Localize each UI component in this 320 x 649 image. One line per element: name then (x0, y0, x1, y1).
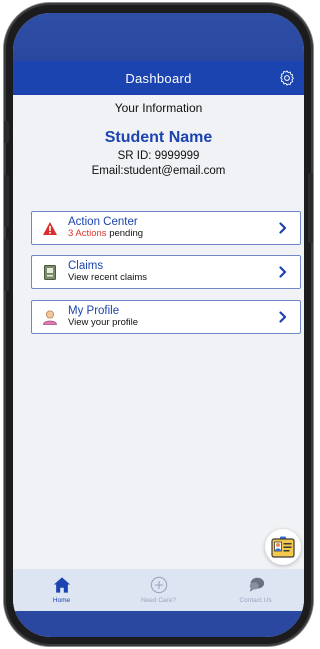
plus-circle-icon (150, 576, 167, 594)
action-center-card[interactable]: Action Center 3 Actions pending (31, 211, 301, 245)
card-subtitle: View your profile (68, 317, 139, 328)
card-subtitle: View recent claims (68, 272, 148, 283)
card-title: Claims (68, 260, 104, 272)
sr-id: SR ID: 9999999 (117, 150, 200, 162)
bottom-nav: Home Need Care? Contact Us (13, 569, 304, 611)
section-label: Your Information (114, 101, 203, 115)
email: Email:student@email.com (91, 165, 226, 177)
warning-icon (42, 220, 58, 236)
chevron-right-icon (274, 266, 292, 278)
phone-side-button (4, 121, 9, 143)
card-title: Action Center (68, 216, 138, 228)
page-title: Dashboard (125, 70, 192, 86)
chat-bubbles-icon (249, 577, 264, 592)
phone-frame: Dashboard Your Information Student Name … (4, 3, 313, 646)
settings-gear-icon[interactable] (278, 69, 296, 87)
phone-side-button (308, 173, 313, 243)
bottom-bar (13, 611, 304, 637)
nav-need-care-label: Need Care? (140, 597, 177, 604)
status-area (13, 13, 304, 61)
claims-card[interactable]: Claims View recent claims (31, 255, 301, 289)
chevron-right-icon (274, 311, 292, 323)
nav-need-care[interactable]: Need Care? (110, 569, 207, 611)
chevron-right-icon (274, 222, 292, 234)
id-card-icon (271, 536, 295, 558)
profile-person-icon (42, 309, 58, 325)
home-icon (53, 577, 70, 593)
actions-pending-text: pending (106, 228, 144, 239)
phone-side-button (4, 175, 9, 227)
app-header: Dashboard (13, 61, 304, 95)
card-title: My Profile (68, 305, 120, 317)
user-info: Your Information Student Name SR ID: 999… (13, 101, 304, 177)
nav-contact-us[interactable]: Contact Us (207, 569, 304, 611)
nav-home-label: Home (52, 597, 71, 604)
claims-card-icon (42, 264, 58, 280)
actions-count: 3 Actions (68, 228, 107, 239)
student-name: Student Name (104, 129, 213, 146)
app-screen: Dashboard Your Information Student Name … (13, 13, 304, 637)
id-card-button[interactable] (265, 529, 301, 565)
nav-home[interactable]: Home (13, 569, 110, 611)
phone-side-button (4, 239, 9, 291)
nav-contact-label: Contact Us (239, 597, 272, 604)
my-profile-card[interactable]: My Profile View your profile (31, 300, 301, 334)
card-subtitle: 3 Actions pending (68, 228, 274, 239)
